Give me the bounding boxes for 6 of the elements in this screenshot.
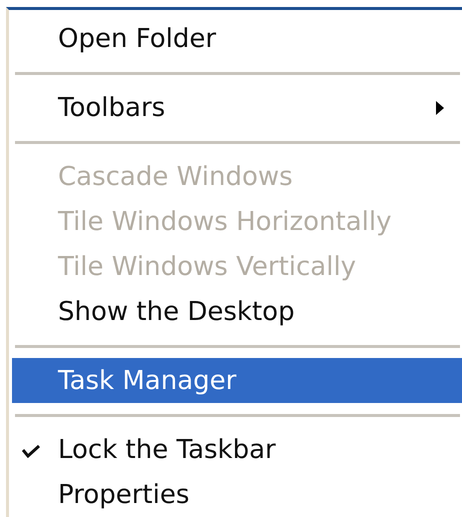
- menu-item[interactable]: Toolbars: [12, 85, 462, 130]
- menu-item[interactable]: Open Folder: [12, 16, 462, 61]
- menu-item[interactable]: Show the Desktop: [12, 289, 462, 334]
- menu-item[interactable]: Properties: [12, 472, 462, 517]
- menu-item[interactable]: Task Manager: [12, 358, 462, 403]
- menu-item[interactable]: Lock the Taskbar: [12, 427, 462, 472]
